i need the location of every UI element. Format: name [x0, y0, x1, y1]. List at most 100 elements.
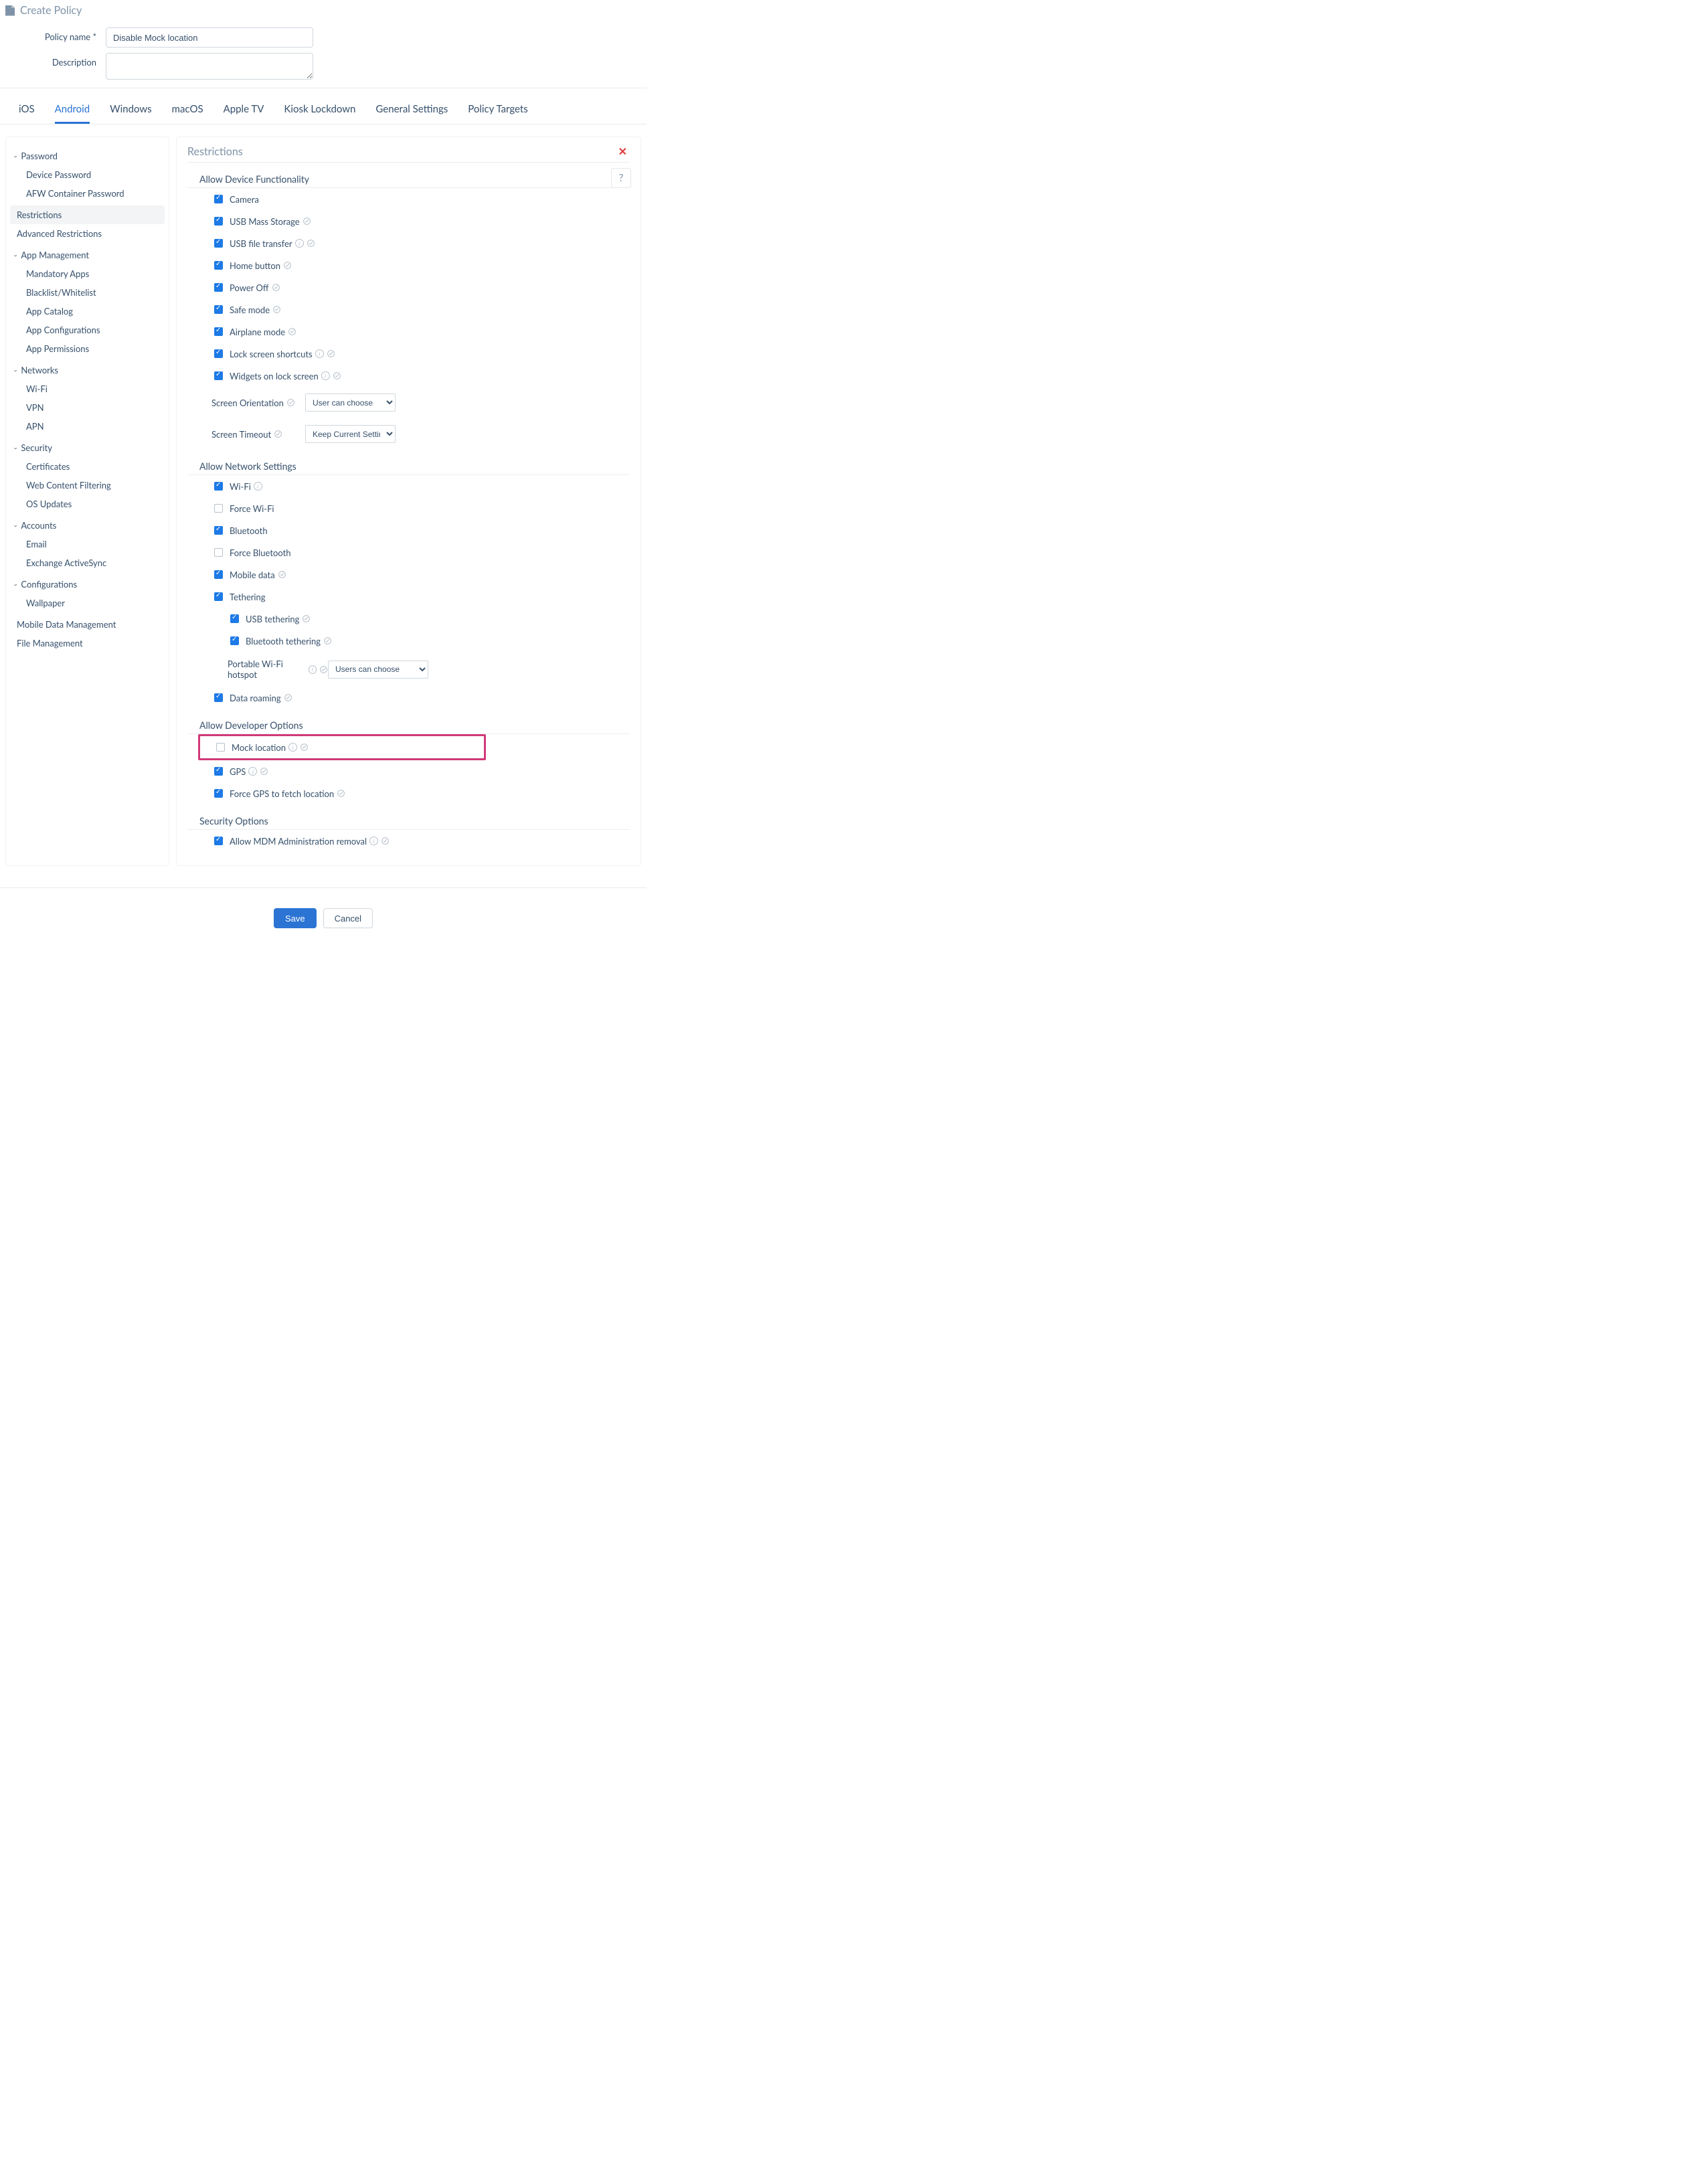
samsung-icon [272, 305, 281, 314]
chevron-down-icon: ⌄ [13, 367, 18, 373]
save-button[interactable]: Save [274, 908, 317, 928]
label-usb-file: USB file transfer [230, 238, 292, 249]
tab-macos[interactable]: macOS [172, 103, 203, 124]
sidebar-item-wifi[interactable]: Wi-Fi [10, 379, 165, 398]
cb-power[interactable] [214, 283, 223, 292]
info-icon[interactable]: i [248, 767, 257, 776]
section-security: Security Options [187, 804, 630, 830]
cb-mock-location[interactable] [216, 743, 225, 752]
cb-lock-shortcuts[interactable] [214, 349, 223, 358]
tab-appletv[interactable]: Apple TV [224, 103, 264, 124]
cb-tethering[interactable] [214, 592, 223, 601]
tab-kiosk[interactable]: Kiosk Lockdown [284, 103, 355, 124]
cb-safe[interactable] [214, 305, 223, 314]
select-orientation[interactable]: User can choose [305, 394, 396, 412]
label-timeout: Screen Timeout [211, 429, 305, 440]
cb-force-bt[interactable] [214, 548, 223, 557]
cb-force-gps[interactable] [214, 789, 223, 798]
info-icon[interactable]: i [369, 837, 378, 845]
sidebar-group-app-management[interactable]: ⌄App Management [10, 246, 165, 264]
cb-camera[interactable] [214, 195, 223, 203]
samsung-icon [319, 665, 328, 674]
sidebar-item-apn[interactable]: APN [10, 417, 165, 436]
cancel-button[interactable]: Cancel [323, 908, 373, 928]
info-icon[interactable]: i [309, 665, 317, 674]
samsung-icon [274, 430, 282, 438]
cb-usb-mass[interactable] [214, 217, 223, 226]
cb-force-wifi[interactable] [214, 504, 223, 513]
cb-bluetooth[interactable] [214, 526, 223, 535]
chevron-down-icon: ⌄ [13, 445, 18, 450]
info-icon[interactable]: i [254, 482, 262, 491]
samsung-icon [284, 693, 292, 702]
cb-widgets[interactable] [214, 371, 223, 380]
label-mock-location: Mock location [232, 742, 286, 753]
cb-usb-file[interactable] [214, 239, 223, 248]
sidebar-item-restrictions[interactable]: Restrictions [10, 205, 165, 224]
cb-airplane[interactable] [214, 327, 223, 336]
info-icon[interactable]: i [295, 239, 304, 248]
sidebar-item-app-catalog[interactable]: App Catalog [10, 302, 165, 321]
label-force-bt: Force Bluetooth [230, 547, 290, 558]
cb-wifi[interactable] [214, 482, 223, 491]
label-mobile-data: Mobile data [230, 570, 275, 580]
label-bt-tether: Bluetooth tethering [246, 636, 321, 646]
sidebar-group-networks[interactable]: ⌄Networks [10, 361, 165, 379]
sidebar-item-app-permissions[interactable]: App Permissions [10, 339, 165, 358]
help-button[interactable]: ? [611, 168, 631, 188]
policy-name-input[interactable] [106, 27, 313, 48]
label-gps: GPS [230, 766, 246, 777]
label-lock-shortcuts: Lock screen shortcuts [230, 349, 313, 359]
label-orientation: Screen Orientation [211, 398, 305, 408]
chevron-down-icon: ⌄ [13, 582, 18, 587]
label-bluetooth: Bluetooth [230, 525, 268, 536]
cb-gps[interactable] [214, 767, 223, 776]
sidebar-group-password[interactable]: ⌄Password [10, 147, 165, 165]
sidebar-group-label: App Management [21, 250, 89, 260]
select-hotspot[interactable]: Users can choose [328, 661, 428, 679]
sidebar-item-exchange[interactable]: Exchange ActiveSync [10, 553, 165, 572]
cb-mobile-data[interactable] [214, 570, 223, 579]
description-input[interactable] [106, 53, 313, 80]
chevron-down-icon: ⌄ [13, 153, 18, 159]
info-icon[interactable]: i [321, 371, 330, 380]
sidebar-group-label: Configurations [21, 579, 77, 590]
info-icon[interactable]: i [288, 743, 297, 752]
sidebar-item-app-config[interactable]: App Configurations [10, 321, 165, 339]
tab-windows[interactable]: Windows [110, 103, 151, 124]
cb-bt-tether[interactable] [230, 636, 239, 645]
sidebar-item-wallpaper[interactable]: Wallpaper [10, 594, 165, 612]
sidebar-item-certificates[interactable]: Certificates [10, 457, 165, 476]
tab-android[interactable]: Android [55, 103, 90, 124]
tab-general[interactable]: General Settings [375, 103, 448, 124]
sidebar-item-email[interactable]: Email [10, 535, 165, 553]
sidebar-item-advanced-restrictions[interactable]: Advanced Restrictions [10, 224, 165, 243]
sidebar-group-configurations[interactable]: ⌄Configurations [10, 575, 165, 594]
label-tethering: Tethering [230, 592, 266, 602]
sidebar-item-mandatory-apps[interactable]: Mandatory Apps [10, 264, 165, 283]
label-airplane: Airplane mode [230, 327, 285, 337]
sidebar-item-afw-password[interactable]: AFW Container Password [10, 184, 165, 203]
sidebar-item-mobile-data[interactable]: Mobile Data Management [10, 615, 165, 634]
cb-mdm-removal[interactable] [214, 837, 223, 845]
cb-usb-tether[interactable] [230, 614, 239, 623]
highlight-mock-location: Mock locationi [198, 734, 486, 760]
sidebar-item-blacklist[interactable]: Blacklist/Whitelist [10, 283, 165, 302]
cb-roaming[interactable] [214, 693, 223, 702]
sidebar-group-accounts[interactable]: ⌄Accounts [10, 516, 165, 535]
sidebar-item-device-password[interactable]: Device Password [10, 165, 165, 184]
close-icon[interactable]: ✕ [616, 145, 630, 158]
samsung-icon [286, 398, 295, 407]
info-icon[interactable]: i [315, 349, 324, 358]
description-label: Description [5, 53, 106, 68]
select-timeout[interactable]: Keep Current Settings [305, 425, 396, 443]
sidebar-item-web-content[interactable]: Web Content Filtering [10, 476, 165, 495]
sidebar-item-vpn[interactable]: VPN [10, 398, 165, 417]
sidebar-group-security[interactable]: ⌄Security [10, 438, 165, 457]
tab-targets[interactable]: Policy Targets [468, 103, 527, 124]
tab-ios[interactable]: iOS [19, 103, 35, 124]
sidebar-item-os-updates[interactable]: OS Updates [10, 495, 165, 513]
cb-home[interactable] [214, 261, 223, 270]
footer: Save Cancel [0, 887, 647, 942]
sidebar-item-file-management[interactable]: File Management [10, 634, 165, 653]
